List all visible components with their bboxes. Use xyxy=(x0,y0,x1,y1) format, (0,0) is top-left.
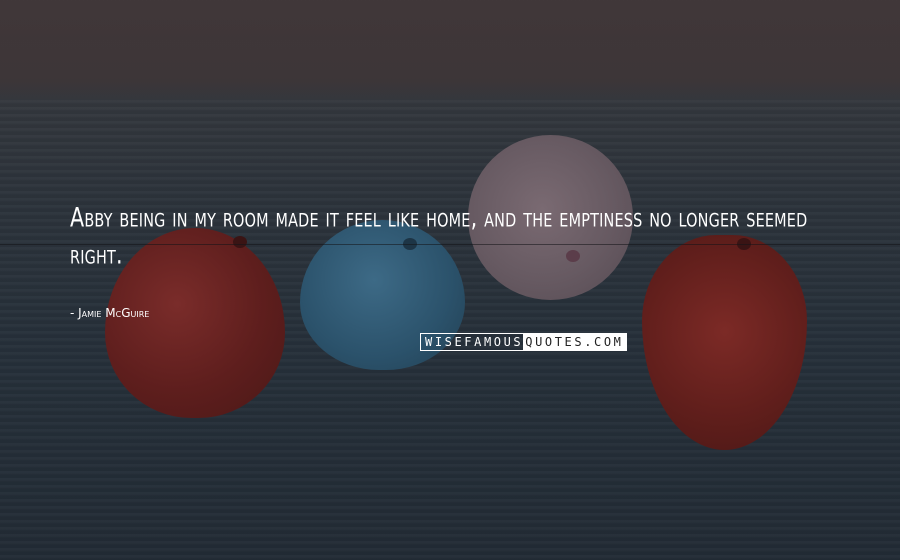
quote-image: Abby being in my room made it feel like … xyxy=(0,0,900,560)
watermark-right-text: QUOTES.COM xyxy=(523,334,626,350)
site-watermark: WISEFAMOUS QUOTES.COM xyxy=(420,333,627,351)
quote-author: - Jamie McGuire xyxy=(70,306,150,320)
quote-text: Abby being in my room made it feel like … xyxy=(70,203,808,271)
watermark-left-text: WISEFAMOUS xyxy=(425,335,524,349)
sky-background xyxy=(0,0,900,110)
